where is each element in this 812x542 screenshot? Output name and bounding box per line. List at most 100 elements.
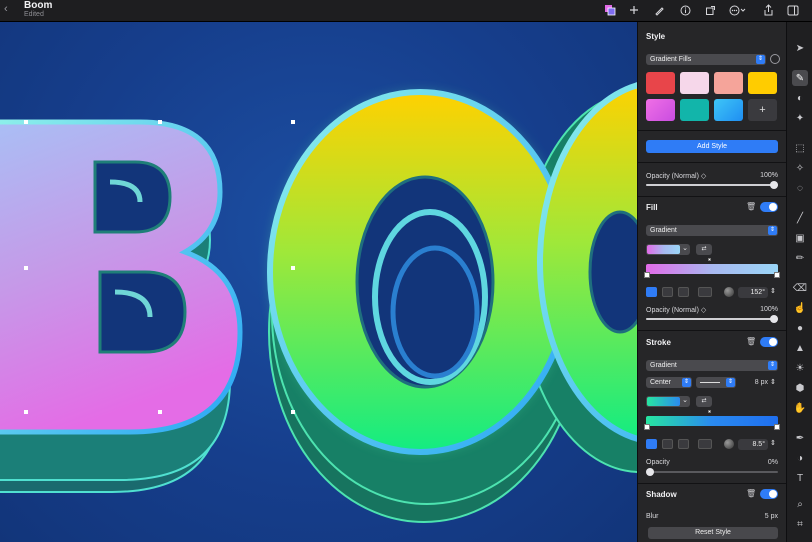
stroke-toggle[interactable] xyxy=(760,337,778,347)
radial-gradient-icon[interactable] xyxy=(662,439,673,449)
stroke-width-value[interactable]: 8 px xyxy=(738,379,768,386)
image-fill-icon[interactable] xyxy=(678,439,689,449)
fill-type-select[interactable]: Gradient ⇕ xyxy=(646,225,778,236)
add-style-button[interactable]: Add Style xyxy=(646,140,778,153)
sharpen-icon[interactable]: ▲ xyxy=(792,340,808,356)
style-opacity-slider[interactable] xyxy=(646,181,778,189)
blur-icon[interactable]: ● xyxy=(792,320,808,336)
info-icon[interactable] xyxy=(677,2,693,18)
share-icon[interactable] xyxy=(760,2,776,18)
slider-knob[interactable] xyxy=(770,181,778,189)
gradient-stop[interactable] xyxy=(774,272,780,278)
gradient-edit-icon[interactable]: ⇄ xyxy=(696,396,712,407)
repeat-icon[interactable] xyxy=(698,287,712,297)
stroke-angle-field[interactable]: 8.5° xyxy=(738,439,768,450)
stroke-opacity-value[interactable]: 0% xyxy=(738,459,778,466)
fill-delete-icon[interactable]: 🗑 xyxy=(746,202,756,211)
plus-icon[interactable] xyxy=(626,2,642,18)
swatch-magenta[interactable] xyxy=(646,99,675,121)
stroke-opacity-slider[interactable] xyxy=(646,468,778,476)
gradient-stop[interactable] xyxy=(644,272,650,278)
linear-gradient-icon[interactable] xyxy=(646,439,657,449)
back-chevron-icon[interactable]: ‹ xyxy=(4,3,8,15)
swatch-yellow[interactable] xyxy=(748,72,777,94)
angle-dial-icon[interactable] xyxy=(724,287,734,297)
stroke-color-well[interactable]: ⌄ xyxy=(646,396,690,407)
stepper-icon[interactable]: ⇕ xyxy=(770,439,776,447)
repeat-icon[interactable] xyxy=(698,439,712,449)
pointer-icon[interactable]: ➤ xyxy=(792,40,808,56)
resize-icon[interactable] xyxy=(702,2,718,18)
stroke-delete-icon[interactable]: 🗑 xyxy=(746,337,756,346)
fill-color-well[interactable]: ⌄ xyxy=(646,244,690,255)
gradient-midpoint[interactable] xyxy=(708,258,711,261)
swatch-blue[interactable] xyxy=(714,99,743,121)
brush-icon[interactable] xyxy=(651,2,667,18)
fill-icon[interactable]: ◐ xyxy=(792,90,808,106)
bucket-icon[interactable]: ▣ xyxy=(792,230,808,246)
smudge-icon[interactable]: ☝ xyxy=(792,300,808,316)
brush-icon[interactable]: ╱ xyxy=(792,210,808,226)
image-fill-icon[interactable] xyxy=(678,287,689,297)
marquee-icon[interactable]: ⬚ xyxy=(792,140,808,156)
fill-angle-field[interactable]: 152° xyxy=(738,287,768,298)
fill-gradient-bar[interactable] xyxy=(646,264,778,274)
pen-select-icon[interactable]: ✎ xyxy=(792,70,808,86)
hand-icon[interactable]: ✋ xyxy=(792,400,808,416)
gradient-midpoint[interactable] xyxy=(708,410,711,413)
style-opacity-value[interactable]: 100% xyxy=(738,172,778,179)
stroke-type-select[interactable]: Gradient ⇕ xyxy=(646,360,778,371)
add-swatch-button[interactable]: + xyxy=(748,99,777,121)
preset-options-icon[interactable] xyxy=(770,54,780,64)
sidebar-icon[interactable] xyxy=(785,2,801,18)
document-title[interactable]: Boom xyxy=(24,0,52,11)
swatch-red[interactable] xyxy=(646,72,675,94)
pencil-icon[interactable]: ✏ xyxy=(792,250,808,266)
shadow-toggle[interactable] xyxy=(760,489,778,499)
fill-toggle[interactable] xyxy=(760,202,778,212)
shape-icon[interactable]: ◑ xyxy=(792,450,808,466)
stepper-icon[interactable]: ⇕ xyxy=(770,287,776,295)
gradient-edit-icon[interactable]: ⇄ xyxy=(696,244,712,255)
radial-gradient-icon[interactable] xyxy=(662,287,673,297)
sun-icon[interactable]: ☀ xyxy=(792,360,808,376)
eraser-icon[interactable]: ⌫ xyxy=(792,280,808,296)
crop-icon[interactable]: ⌗ xyxy=(792,516,808,532)
swatch-teal[interactable] xyxy=(680,99,709,121)
reset-style-button[interactable]: Reset Style xyxy=(648,527,778,539)
swatch-pink-light[interactable] xyxy=(680,72,709,94)
angle-dial-icon[interactable] xyxy=(724,439,734,449)
canvas[interactable] xyxy=(0,22,637,542)
text-icon[interactable]: T xyxy=(792,470,808,486)
shadow-delete-icon[interactable]: 🗑 xyxy=(746,489,756,498)
letter-b[interactable] xyxy=(0,119,243,435)
zoom-icon[interactable]: ⌕ xyxy=(792,496,808,512)
stroke-gradient-bar[interactable] xyxy=(646,416,778,426)
stepper-icon[interactable]: ⇕ xyxy=(770,378,776,386)
shadow-blur-value[interactable]: 5 px xyxy=(738,513,778,520)
swatch-salmon[interactable] xyxy=(714,72,743,94)
linear-gradient-icon[interactable] xyxy=(646,287,657,297)
stroke-position-value: Center xyxy=(650,379,672,386)
slider-knob[interactable] xyxy=(770,315,778,323)
more-icon[interactable]: ⋯ xyxy=(792,536,808,542)
style-preset-select[interactable]: Gradient Fills ⇕ xyxy=(646,54,766,65)
more-icon[interactable] xyxy=(728,2,748,18)
pen-icon[interactable]: ✒ xyxy=(792,430,808,446)
gradient-stop[interactable] xyxy=(774,424,780,430)
slider-knob[interactable] xyxy=(646,468,654,476)
color-swatch-icon[interactable] xyxy=(602,2,618,18)
stroke-dash-select[interactable]: ⇕ xyxy=(696,377,736,388)
gradient-stop[interactable] xyxy=(644,424,650,430)
star-icon[interactable]: ✦ xyxy=(792,110,808,126)
fill-opacity-label: Opacity (Normal) ◇ xyxy=(646,307,707,314)
magic-wand-icon[interactable]: ✧ xyxy=(792,160,808,176)
fill-title: Fill xyxy=(646,203,658,212)
artwork[interactable] xyxy=(0,22,637,542)
retouch-icon[interactable]: ⬢ xyxy=(792,380,808,396)
stroke-position-select[interactable]: Center ⇕ xyxy=(646,377,692,388)
fill-opacity-value[interactable]: 100% xyxy=(738,306,778,313)
fill-opacity-slider[interactable] xyxy=(646,315,778,323)
lasso-icon[interactable]: ◌ xyxy=(792,180,808,196)
letter-o[interactable] xyxy=(267,89,573,455)
